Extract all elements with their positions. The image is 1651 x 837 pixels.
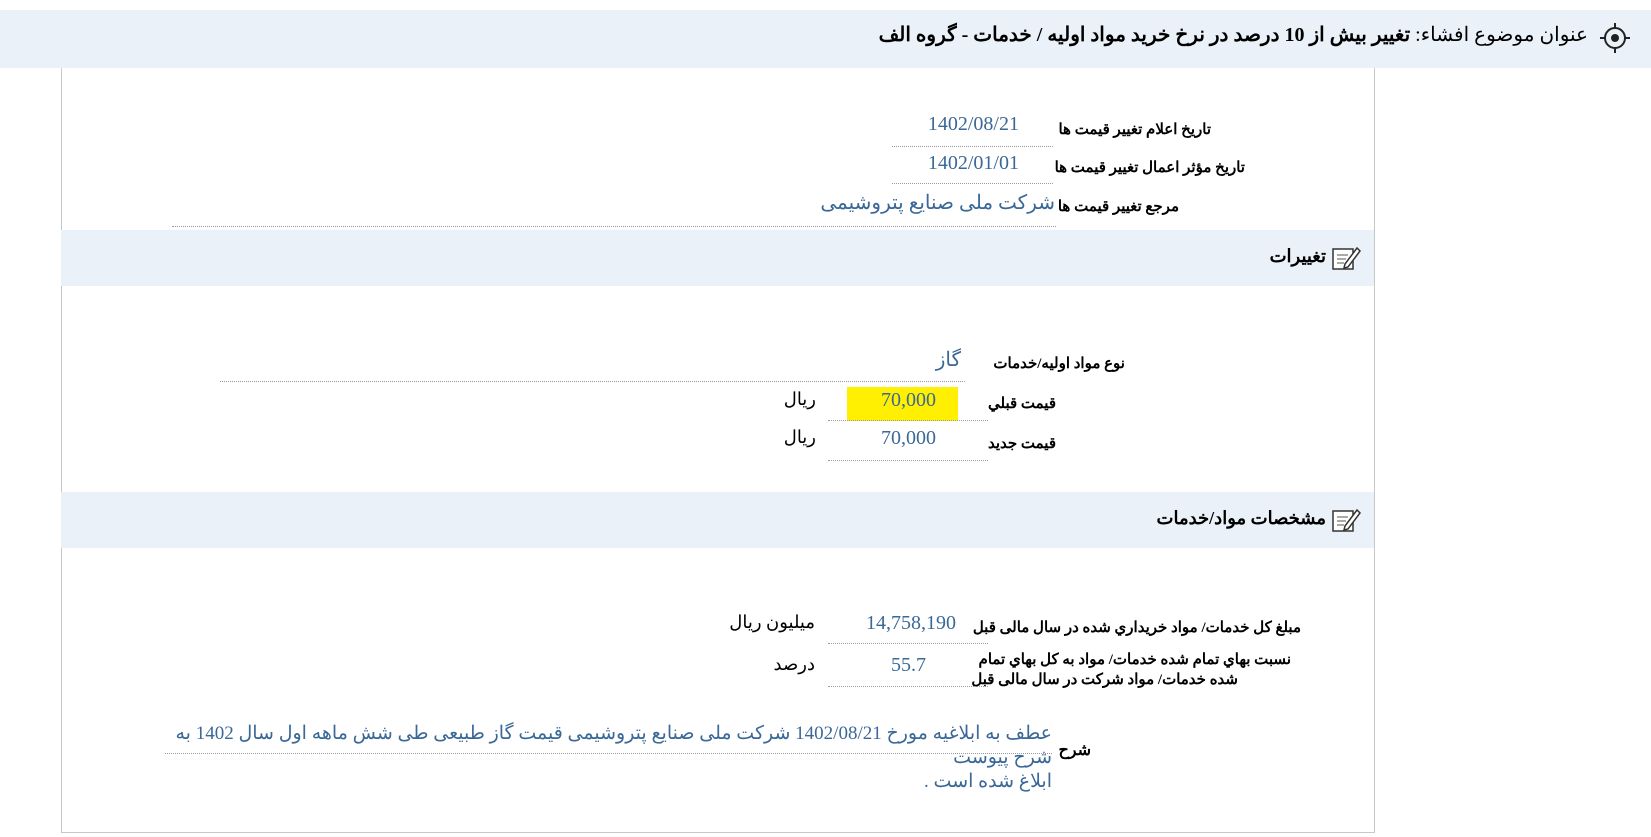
disclosure-header: عنوان موضوع افشاء: تغییر بیش از 10 درصد … — [0, 10, 1651, 68]
new-price-value: 70,000 — [881, 427, 936, 449]
divider — [828, 686, 988, 687]
changes-section-title: تغییرات — [1269, 246, 1326, 266]
reference-label: مرجع تغيير قيمت ها — [1057, 199, 1179, 215]
description-line-2: ابلاغ شده است . — [924, 771, 1052, 792]
divider — [828, 420, 988, 421]
divider — [172, 226, 1056, 227]
effective-date-label: تاريخ مؤثر اعمال تغيير قيمت ها — [1054, 160, 1245, 176]
report-panel — [61, 68, 1375, 833]
total-purchased-label: مبلغ کل خدمات/ مواد خريداري شده در سال م… — [972, 620, 1301, 636]
old-price-label: قيمت قبلي — [987, 396, 1056, 412]
specs-section-title: مشخصات مواد/خدمات — [1156, 508, 1326, 528]
description-line-1: عطف به ابلاغیه مورخ 1402/08/21 شرکت ملی … — [175, 723, 1052, 768]
edit-icon — [1332, 246, 1361, 270]
subject-label: عنوان موضوع افشاء: — [1415, 24, 1588, 46]
divider — [220, 381, 965, 382]
target-icon — [1600, 23, 1630, 53]
material-type-value: گاز — [935, 349, 961, 371]
divider — [892, 146, 1053, 147]
divider — [165, 753, 1052, 754]
description-text: عطف به ابلاغیه مورخ 1402/08/21 شرکت ملی … — [152, 722, 1052, 794]
total-purchased-value: 14,758,190 — [866, 612, 956, 634]
old-price-value: 70,000 — [881, 389, 936, 411]
divider — [892, 183, 1053, 184]
new-price-unit: ريال — [783, 427, 816, 447]
changes-section-header — [61, 230, 1374, 286]
cost-ratio-label-line1: نسبت بهاي تمام شده خدمات/ مواد به کل بها… — [978, 652, 1291, 668]
material-type-label: نوع مواد اوليه/خدمات — [993, 356, 1125, 372]
description-label: شرح — [1058, 742, 1091, 759]
effective-date-value: 1402/01/01 — [927, 152, 1019, 174]
cost-ratio-label-line2: شده خدمات/ مواد شرکت در سال مالی قبل — [971, 672, 1238, 688]
cost-ratio-unit: درصد — [773, 654, 815, 674]
disclosure-subject: عنوان موضوع افشاء: تغییر بیش از 10 درصد … — [879, 22, 1588, 47]
divider — [828, 460, 988, 461]
edit-icon — [1332, 508, 1361, 532]
announce-date-value: 1402/08/21 — [927, 113, 1019, 135]
divider — [828, 643, 988, 644]
subject-value: تغییر بیش از 10 درصد در نرخ خرید مواد او… — [878, 24, 1411, 46]
reference-value: شرکت ملی صنایع پتروشیمی — [820, 192, 1055, 214]
old-price-unit: ريال — [783, 389, 816, 409]
cost-ratio-value: 55.7 — [891, 654, 926, 676]
total-purchased-unit: ميليون ريال — [729, 612, 815, 632]
announce-date-label: تاريخ اعلام تغيير قيمت ها — [1058, 122, 1211, 138]
new-price-label: قيمت جديد — [987, 436, 1056, 452]
